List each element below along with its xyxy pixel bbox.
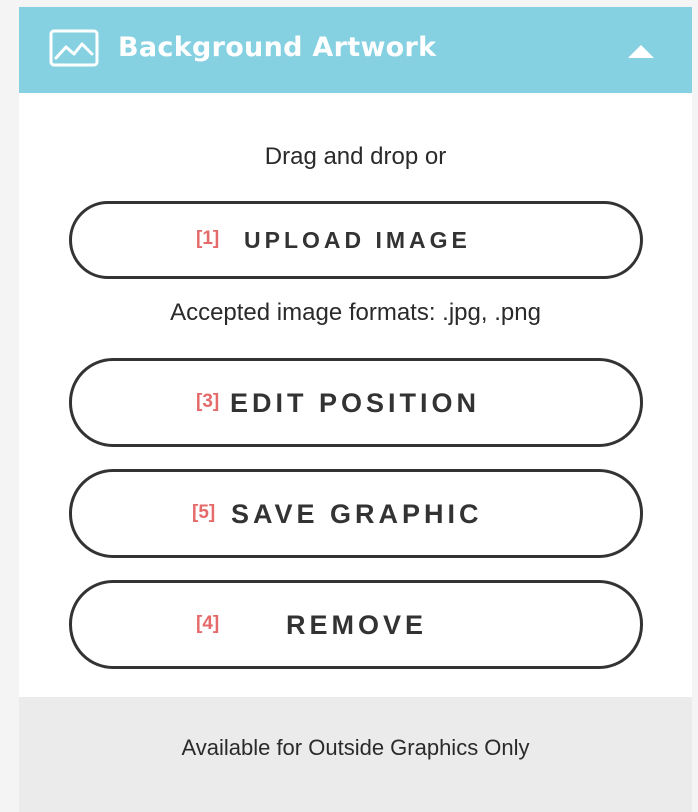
- marker-label: [3]: [196, 391, 220, 412]
- panel-footer: Available for Outside Graphics Only: [19, 697, 692, 812]
- availability-note: Available for Outside Graphics Only: [181, 735, 530, 760]
- upload-image-button[interactable]: [1] UPLOAD IMAGE: [69, 201, 643, 279]
- edit-position-label: EDIT POSITION: [230, 388, 481, 418]
- save-graphic-label: SAVE GRAPHIC: [231, 499, 483, 529]
- panel-header[interactable]: Background Artwork: [19, 7, 692, 93]
- remove-button[interactable]: [4] REMOVE: [69, 580, 643, 669]
- marker-label: [1]: [196, 228, 220, 249]
- image-icon: [49, 29, 99, 67]
- upload-image-label: UPLOAD IMAGE: [244, 227, 471, 253]
- caret-up-icon[interactable]: [619, 37, 663, 63]
- panel-title: Background Artwork: [118, 32, 437, 63]
- background-artwork-panel: Background Artwork Drag and drop or [1] …: [19, 7, 692, 812]
- edit-position-button[interactable]: [3] EDIT POSITION: [69, 358, 643, 447]
- accepted-formats-hint: Accepted image formats: .jpg, .png: [170, 299, 541, 326]
- remove-label: REMOVE: [286, 610, 428, 640]
- marker-label: [4]: [196, 613, 220, 634]
- save-graphic-button[interactable]: [5] SAVE GRAPHIC: [69, 469, 643, 558]
- marker-label: [5]: [192, 502, 216, 523]
- drag-drop-hint: Drag and drop or: [264, 143, 447, 170]
